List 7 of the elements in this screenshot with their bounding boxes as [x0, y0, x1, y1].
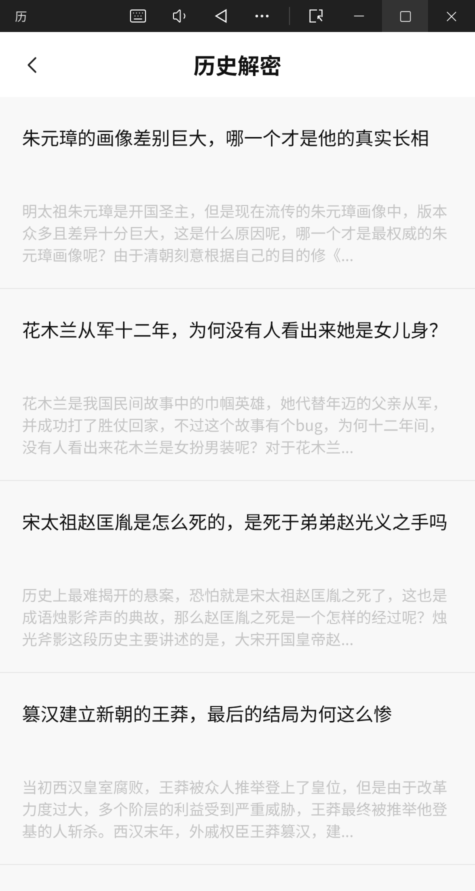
page-title: 历史解密 — [193, 48, 282, 80]
article-title: 篡汉建立新朝的王莽，最后的结局为何这么惨 — [22, 702, 394, 726]
article-title: 花木兰从军十二年，为何没有人看出来她是女儿身？ — [22, 318, 449, 342]
article-title: 宋太祖赵匡胤是怎么死的，是死于弟弟赵光义之手吗 — [22, 510, 449, 534]
article-title: 朱元璋的画像差别巨大，哪一个才是他的真实长相 — [22, 126, 430, 150]
maximize-icon[interactable] — [382, 0, 428, 32]
window-title: 历 — [15, 8, 28, 24]
